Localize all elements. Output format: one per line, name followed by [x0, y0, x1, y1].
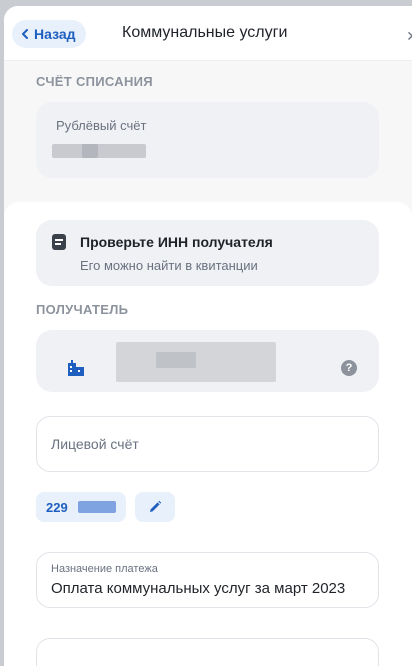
inn-notice-card: Проверьте ИНН получателя Его можно найти…	[36, 220, 379, 286]
masked-recipient-name	[116, 342, 276, 382]
pencil-icon	[150, 500, 162, 512]
account-chip-prefix: 229	[46, 500, 68, 515]
debit-account-card[interactable]: Рублёвый счёт	[36, 102, 379, 178]
personal-account-placeholder: Лицевой счёт	[51, 436, 139, 452]
masked-account-number-part	[82, 144, 98, 158]
header: Назад Коммунальные услуги ✕	[4, 6, 412, 61]
document-icon	[52, 234, 66, 250]
account-chip[interactable]: 229	[36, 492, 126, 522]
debit-section-label: СЧЁТ СПИСАНИЯ	[36, 74, 153, 89]
back-button[interactable]: Назад	[12, 20, 86, 48]
inn-notice-title: Проверьте ИНН получателя	[80, 234, 273, 250]
close-icon[interactable]: ✕	[406, 28, 412, 45]
recipient-section-label: ПОЛУЧАТЕЛЬ	[36, 302, 129, 317]
masked-recipient-name-part	[156, 352, 196, 368]
chevron-left-icon	[22, 29, 28, 39]
back-button-label: Назад	[34, 26, 76, 42]
page-title: Коммунальные услуги	[122, 24, 288, 41]
payment-purpose-label: Назначение платежа	[51, 563, 158, 575]
edit-button[interactable]	[135, 492, 175, 522]
masked-account-chip	[78, 501, 116, 513]
personal-account-input[interactable]: Лицевой счёт	[36, 416, 379, 472]
payment-sheet: Назад Коммунальные услуги ✕ СЧЁТ СПИСАНИ…	[4, 6, 412, 666]
payment-purpose-value: Оплата коммунальных услуг за март 2023	[51, 580, 346, 597]
help-icon[interactable]: ?	[341, 360, 357, 376]
building-icon	[68, 360, 84, 376]
payment-purpose-input[interactable]: Назначение платежа Оплата коммунальных у…	[36, 552, 379, 608]
debit-account-label: Рублёвый счёт	[56, 118, 147, 133]
masked-account-number	[52, 144, 146, 158]
recipient-card[interactable]: ?	[36, 330, 379, 392]
inn-notice-subtitle: Его можно найти в квитанции	[80, 258, 258, 273]
